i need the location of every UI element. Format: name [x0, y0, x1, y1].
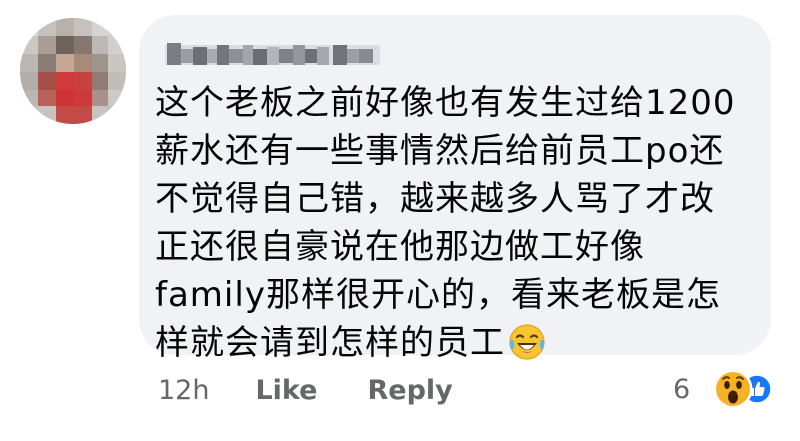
comment-line: family那样很开心的，看来老板是怎 [155, 275, 721, 315]
reaction-summary[interactable]: 6 [673, 366, 772, 412]
comment-line: 不觉得自己错，越来越多人骂了才改 [155, 179, 715, 219]
like-button[interactable]: Like [255, 375, 317, 406]
comment-line-last: 样就会请到怎样的员工 [155, 319, 759, 367]
laughing-crying-emoji-icon [507, 322, 547, 375]
author-name-text: EngWarsiaAha [165, 36, 166, 37]
reaction-icons [696, 368, 772, 410]
comment-line: 这个老板之前好像也有发生过给1200 [155, 83, 736, 123]
wow-reaction-icon [712, 368, 754, 410]
comment-line: 薪水还有一些事情然后给前员工po还 [155, 131, 725, 171]
comment-text: 这个老板之前好像也有发生过给1200 薪水还有一些事情然后给前员工po还 不觉得… [155, 79, 759, 367]
timestamp[interactable]: 12h [158, 375, 209, 406]
reaction-count: 6 [673, 373, 691, 405]
blurred-author-name [165, 43, 380, 65]
comment-screenshot: EngWarsiaAha 这个老板之前好像也有发生过给1200 薪水还有一些事情… [0, 0, 800, 441]
comment-line-text: 样就会请到怎样的员工 [155, 323, 505, 363]
author-name[interactable]: EngWarsiaAha [165, 36, 380, 72]
avatar[interactable] [20, 18, 126, 124]
blurred-profile-photo [20, 18, 126, 124]
comment-line: 正还很自豪说在他那边做工好像 [155, 227, 645, 267]
comment-actions: 12h Like Reply [158, 368, 453, 412]
reply-button[interactable]: Reply [367, 375, 452, 406]
comment-bubble: EngWarsiaAha 这个老板之前好像也有发生过给1200 薪水还有一些事情… [139, 15, 771, 363]
